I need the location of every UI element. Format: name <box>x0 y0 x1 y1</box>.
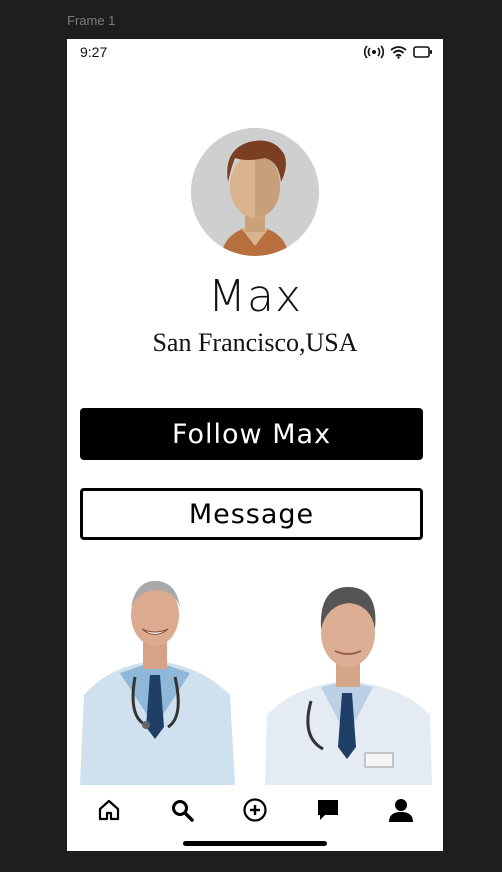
status-time: 9:27 <box>80 44 108 60</box>
follow-button[interactable]: Follow Max <box>80 408 423 460</box>
nav-profile[interactable] <box>381 790 421 830</box>
wifi-icon <box>390 46 407 59</box>
broadcast-icon <box>364 45 384 59</box>
profile-name: Max <box>208 271 302 322</box>
message-button[interactable]: Message <box>80 488 423 540</box>
phone-screen: 9:27 Max San Francisco,USA Follow Max Me… <box>67 39 443 851</box>
nav-home[interactable] <box>89 790 129 830</box>
nav-messages[interactable] <box>308 790 348 830</box>
search-icon <box>172 800 194 822</box>
doctor-photo-portrait <box>265 577 432 785</box>
nav-search[interactable] <box>162 790 202 830</box>
profile-location: San Francisco,USA <box>152 328 358 357</box>
bottom-nav <box>67 785 443 835</box>
status-icons <box>364 45 433 59</box>
chat-icon <box>317 800 338 820</box>
add-circle-icon <box>243 798 267 822</box>
doctor-photo-smiling <box>80 577 235 785</box>
photo-tile[interactable] <box>265 577 432 785</box>
home-indicator <box>183 841 327 846</box>
avatar <box>191 128 319 256</box>
home-icon <box>99 799 120 821</box>
photo-tile[interactable] <box>80 577 235 785</box>
avatar-illustration <box>191 128 319 256</box>
status-bar: 9:27 <box>67 39 443 67</box>
frame-label: Frame 1 <box>67 13 116 28</box>
nav-add[interactable] <box>235 790 275 830</box>
battery-icon <box>413 46 432 58</box>
profile-icon <box>388 799 413 822</box>
